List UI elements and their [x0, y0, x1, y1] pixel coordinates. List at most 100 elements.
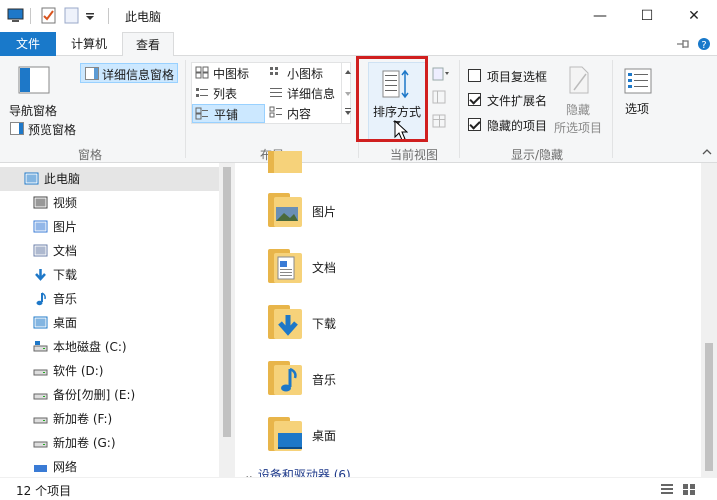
- layout-details[interactable]: 详细信息: [267, 84, 347, 102]
- system-drive-icon: [33, 341, 48, 352]
- hide-selected-button[interactable]: 隐藏 所选项目: [554, 64, 606, 142]
- item-checkboxes-checkbox[interactable]: [468, 69, 481, 82]
- folder-label[interactable]: 下载: [312, 315, 336, 332]
- layout-tiles-label: 平铺: [214, 108, 239, 122]
- sidebar-item[interactable]: 图片: [0, 215, 219, 239]
- sidebar-item[interactable]: 视频: [0, 191, 219, 215]
- folder-icon[interactable]: [266, 151, 306, 173]
- gallery-scroll-arrows-icon: [345, 70, 351, 115]
- sidebar-item[interactable]: 新加卷 (F:): [0, 407, 219, 431]
- chevron-down-icon[interactable]: [84, 7, 96, 24]
- sidebar-item[interactable]: 下载: [0, 263, 219, 287]
- sidebar-item[interactable]: 软件 (D:): [0, 359, 219, 383]
- hidden-items-label: 隐藏的项目: [487, 119, 548, 133]
- folder-icon[interactable]: [266, 413, 306, 453]
- details-pane-label: 详细信息窗格: [102, 68, 175, 82]
- layout-medium-icons[interactable]: 中图标: [193, 64, 265, 82]
- folder-icon[interactable]: [266, 189, 306, 229]
- computer-icon: [24, 172, 39, 185]
- folder-label[interactable]: 桌面: [312, 427, 336, 444]
- network-icon: [34, 465, 47, 472]
- folder-icon[interactable]: [266, 301, 306, 341]
- sidebar-item[interactable]: 音乐: [0, 287, 219, 311]
- folder-label[interactable]: 音乐: [312, 371, 336, 388]
- new-folder-icon[interactable]: [63, 7, 80, 24]
- window-title: 此电脑: [125, 10, 162, 24]
- sidebar-item[interactable]: 备份[勿删] (E:): [0, 383, 219, 407]
- folder-label[interactable]: 图片: [312, 203, 336, 220]
- group-by-icon[interactable]: [432, 66, 450, 82]
- minimize-button[interactable]: —: [577, 0, 623, 32]
- content-scrollbar[interactable]: [701, 163, 717, 477]
- options-label: 选项: [625, 102, 650, 116]
- folder-label[interactable]: 文档: [312, 259, 336, 276]
- nav-scrollbar[interactable]: [219, 163, 235, 477]
- maximize-button[interactable]: ☐: [624, 0, 670, 32]
- sidebar-item-label: 新加卷 (F:): [53, 412, 113, 426]
- close-button[interactable]: ✕: [671, 0, 717, 32]
- large-icons-view-icon[interactable]: [682, 483, 696, 496]
- tiles-icon: [195, 107, 208, 120]
- tab-file[interactable]: 文件: [0, 32, 56, 56]
- computer-icon[interactable]: [7, 7, 24, 24]
- sidebar-item-label: 视频: [53, 196, 78, 210]
- file-extensions-checkbox[interactable]: [468, 93, 481, 106]
- pin-icon[interactable]: [676, 38, 690, 50]
- layout-gallery-scroll[interactable]: [341, 62, 353, 124]
- layout-list[interactable]: 列表: [193, 84, 265, 102]
- item-count: 12 个项目: [16, 484, 72, 498]
- status-bar: 12 个项目: [0, 477, 717, 500]
- sidebar-item-label: 网络: [53, 460, 78, 474]
- folder-icon[interactable]: [266, 245, 306, 285]
- layout-tiles[interactable]: 平铺: [192, 104, 265, 123]
- properties-icon[interactable]: [40, 7, 57, 24]
- folder-icon[interactable]: [266, 357, 306, 397]
- collapse-ribbon-icon[interactable]: [702, 148, 712, 156]
- hidden-items-toggle[interactable]: 隐藏的项目: [466, 116, 556, 134]
- desktop-icon: [33, 316, 48, 329]
- item-checkboxes-label: 项目复选框: [487, 70, 548, 84]
- list-icon: [196, 88, 208, 97]
- sidebar-item[interactable]: 此电脑: [0, 167, 219, 191]
- size-columns-icon[interactable]: [432, 114, 446, 128]
- drive-icon: [33, 417, 48, 424]
- tab-view[interactable]: 查看: [122, 32, 174, 57]
- add-columns-icon[interactable]: [432, 90, 446, 104]
- group-divider: [612, 60, 613, 158]
- layout-small-icons[interactable]: 小图标: [267, 64, 347, 82]
- hidden-items-checkbox[interactable]: [468, 118, 481, 131]
- layout-small-icons-label: 小图标: [287, 67, 324, 81]
- sidebar-item-label: 桌面: [53, 316, 78, 330]
- layout-content[interactable]: 内容: [267, 104, 347, 122]
- title-bar: 此电脑 — ☐ ✕: [0, 0, 717, 32]
- sidebar-item[interactable]: 本地磁盘 (C:): [0, 335, 219, 359]
- sidebar-item[interactable]: 网络: [0, 455, 219, 479]
- preview-pane-button[interactable]: 预览窗格: [8, 120, 82, 138]
- nav-scrollbar-thumb[interactable]: [223, 167, 231, 437]
- small-icons-icon: [270, 67, 278, 75]
- ribbon: 导航窗格 预览窗格 详细信息窗格 窗格 中图标 小图标 列表 详细信息 平铺 内…: [0, 56, 717, 163]
- navigation-pane: 此电脑视频图片 文档 下载 音乐桌面本地磁盘 (C:) 软件 (D:) 备份[勿删] (E…: [0, 163, 235, 477]
- details-pane-button[interactable]: 详细信息窗格: [80, 63, 178, 83]
- hide-selected-label-2: 所选项目: [554, 121, 603, 135]
- tab-computer[interactable]: 计算机: [58, 32, 120, 56]
- item-checkboxes-toggle[interactable]: 项目复选框: [466, 67, 556, 85]
- sidebar-item[interactable]: 桌面: [0, 311, 219, 335]
- video-icon: [33, 196, 48, 209]
- sidebar-item[interactable]: 文档: [0, 239, 219, 263]
- options-button[interactable]: 选项: [618, 64, 658, 142]
- details-icon: [270, 88, 282, 97]
- medium-icons-icon: [195, 66, 209, 79]
- details-view-icon[interactable]: [660, 483, 674, 496]
- group-divider: [185, 60, 186, 158]
- pane-group-label: 窗格: [77, 148, 102, 162]
- sidebar-item-label: 此电脑: [44, 172, 81, 186]
- show-hide-group-label: 显示/隐藏: [510, 148, 564, 162]
- file-extensions-label: 文件扩展名: [487, 94, 548, 108]
- file-extensions-toggle[interactable]: 文件扩展名: [466, 91, 556, 109]
- help-icon[interactable]: ?: [697, 37, 711, 51]
- content-scrollbar-thumb[interactable]: [705, 343, 713, 471]
- sidebar-item[interactable]: 新加卷 (G:): [0, 431, 219, 455]
- toolbar-divider: [30, 8, 31, 24]
- layout-content-label: 内容: [287, 107, 312, 121]
